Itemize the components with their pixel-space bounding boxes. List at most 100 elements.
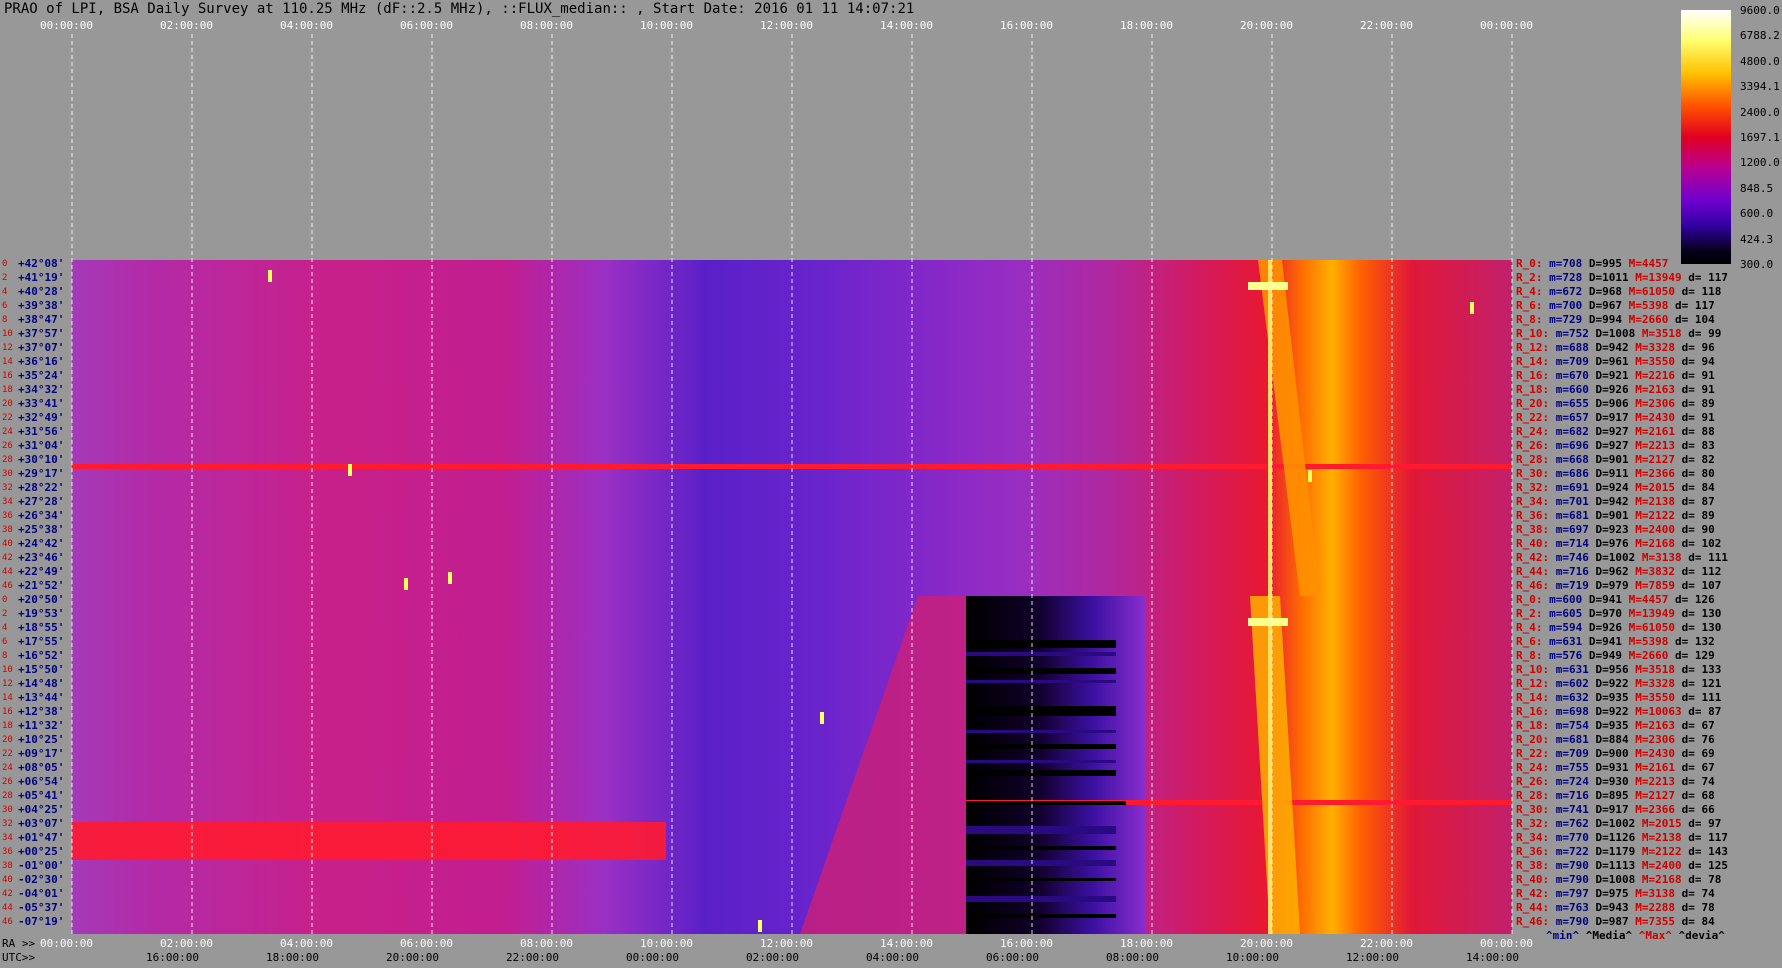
stat-dd: d= 99 [1688, 327, 1722, 340]
utc-tick-label: 10:00:00 [1226, 951, 1279, 964]
utc-tick-label: 08:00:00 [1106, 951, 1159, 964]
stat-mv: m=631 [1555, 663, 1596, 676]
stat-mv: m=709 [1555, 355, 1596, 368]
stat-dv: D=895 [1595, 789, 1636, 802]
top-tick-label: 02:00:00 [160, 19, 213, 32]
colorbar-label: 1200.0 [1740, 156, 1780, 170]
row-index: 46 [2, 581, 13, 591]
stat-dv: D=943 [1595, 901, 1636, 914]
stat-row: R_34: m=770 D=1126 M=2138 d= 117 [1516, 832, 1728, 844]
stat-mv: m=714 [1555, 537, 1596, 550]
stat-rn: R_38: [1516, 859, 1556, 872]
stat-Mv: M=4457 [1628, 257, 1669, 270]
stat-mv: m=672 [1549, 285, 1589, 298]
declination-label: +41°19' [18, 271, 65, 284]
stat-dv: D=962 [1595, 565, 1636, 578]
stat-Mv: M=2122 [1641, 845, 1689, 858]
stat-Mv: M=2127 [1635, 453, 1682, 466]
top-tick-label: 08:00:00 [520, 19, 573, 32]
declination-label: +15°50' [18, 663, 65, 676]
colorbar-label: 300.0 [1740, 258, 1774, 271]
stat-row: R_26: m=724 D=930 M=2213 d= 74 [1516, 776, 1715, 788]
stat-dv: D=987 [1595, 915, 1636, 928]
stat-dd: d= 87 [1681, 495, 1715, 508]
stat-row: R_18: m=660 D=926 M=2163 d= 91 [1516, 384, 1715, 396]
ra-tick-label: 16:00:00 [1000, 937, 1053, 950]
stat-rn: R_44: [1516, 901, 1556, 914]
stat-dv: D=927 [1595, 425, 1636, 438]
declination-label: +26°34' [18, 509, 65, 522]
declination-label: -01°00' [18, 859, 65, 872]
point-source-2 [404, 578, 408, 590]
stat-dd: d= 132 [1674, 635, 1715, 648]
stat-dv: D=923 [1595, 523, 1636, 536]
stat-dv: D=921 [1595, 369, 1636, 382]
stat-rn: R_24: [1516, 425, 1556, 438]
stat-Mv: M=2015 [1641, 817, 1689, 830]
stat-dd: d= 125 [1688, 859, 1728, 872]
stat-Mv: M=2163 [1635, 719, 1682, 732]
stat-rn: R_26: [1516, 775, 1556, 788]
stat-dd: d= 104 [1674, 313, 1715, 326]
dark-stripe-8 [966, 770, 1116, 776]
stat-Mv: M=2161 [1635, 425, 1682, 438]
stat-rn: R_14: [1516, 691, 1556, 704]
stat-row: R_30: m=686 D=911 M=2366 d= 80 [1516, 468, 1715, 480]
row-index: 20 [2, 399, 13, 409]
heatmap-black-line-lower [966, 801, 1126, 805]
declination-label: +38°47' [18, 313, 65, 326]
dark-stripe-5 [966, 730, 1116, 733]
stat-Mv: M=5398 [1628, 299, 1675, 312]
row-index: 28 [2, 791, 13, 801]
declination-label: +12°38' [18, 705, 65, 718]
stat-Mv: M=3518 [1635, 663, 1682, 676]
stat-Mv: M=2216 [1635, 369, 1682, 382]
legend-item: ^devia^ [1678, 929, 1725, 942]
stat-rn: R_40: [1516, 537, 1556, 550]
stat-dv: D=926 [1588, 621, 1629, 634]
stat-row: R_10: m=752 D=1008 M=3518 d= 99 [1516, 328, 1721, 340]
row-index: 22 [2, 749, 13, 759]
declination-label: -05°37' [18, 901, 65, 914]
row-index: 36 [2, 511, 13, 521]
row-index: 42 [2, 553, 13, 563]
declination-label: +06°54' [18, 775, 65, 788]
row-index: 32 [2, 483, 13, 493]
stat-dv: D=901 [1595, 509, 1636, 522]
declination-label: +20°50' [18, 593, 65, 606]
stat-dv: D=942 [1595, 495, 1636, 508]
row-index: 30 [2, 469, 13, 479]
stat-row: R_0: m=708 D=995 M=4457 [1516, 258, 1668, 270]
stat-Mv: M=2163 [1635, 383, 1682, 396]
legend-item: ^Media^ [1585, 929, 1639, 942]
stat-Mv: M=2127 [1635, 789, 1682, 802]
stat-dd: d= 67 [1681, 761, 1715, 774]
declination-label: +27°28' [18, 495, 65, 508]
stat-dd: d= 82 [1681, 453, 1715, 466]
stat-Mv: M=2213 [1635, 439, 1682, 452]
stat-dd: d= 117 [1688, 831, 1728, 844]
stat-rn: R_0: [1516, 257, 1550, 270]
ra-tick-label: 18:00:00 [1120, 937, 1173, 950]
stat-dv: D=926 [1595, 383, 1636, 396]
stat-dv: D=917 [1595, 411, 1636, 424]
ra-tick-label: 04:00:00 [280, 937, 333, 950]
stat-rn: R_18: [1516, 719, 1556, 732]
declination-label: +34°32' [18, 383, 65, 396]
stat-Mv: M=61050 [1628, 621, 1682, 634]
stat-dd: d= 87 [1688, 705, 1722, 718]
stat-rn: R_12: [1516, 677, 1556, 690]
stat-mv: m=754 [1555, 719, 1596, 732]
stat-mv: m=681 [1555, 733, 1596, 746]
stat-dd: d= 76 [1681, 733, 1715, 746]
row-index: 14 [2, 357, 13, 367]
stat-row: R_24: m=755 D=931 M=2161 d= 67 [1516, 762, 1715, 774]
stat-row: R_42: m=746 D=1002 M=3138 d= 111 [1516, 552, 1728, 564]
stat-mv: m=719 [1555, 579, 1596, 592]
top-tick-label: 22:00:00 [1360, 19, 1413, 32]
stat-rn: R_12: [1516, 341, 1556, 354]
stat-row: R_46: m=790 D=987 M=7355 d= 84 [1516, 916, 1715, 928]
stat-row: R_32: m=691 D=924 M=2015 d= 84 [1516, 482, 1715, 494]
stat-mv: m=770 [1555, 831, 1596, 844]
declination-label: +21°52' [18, 579, 65, 592]
